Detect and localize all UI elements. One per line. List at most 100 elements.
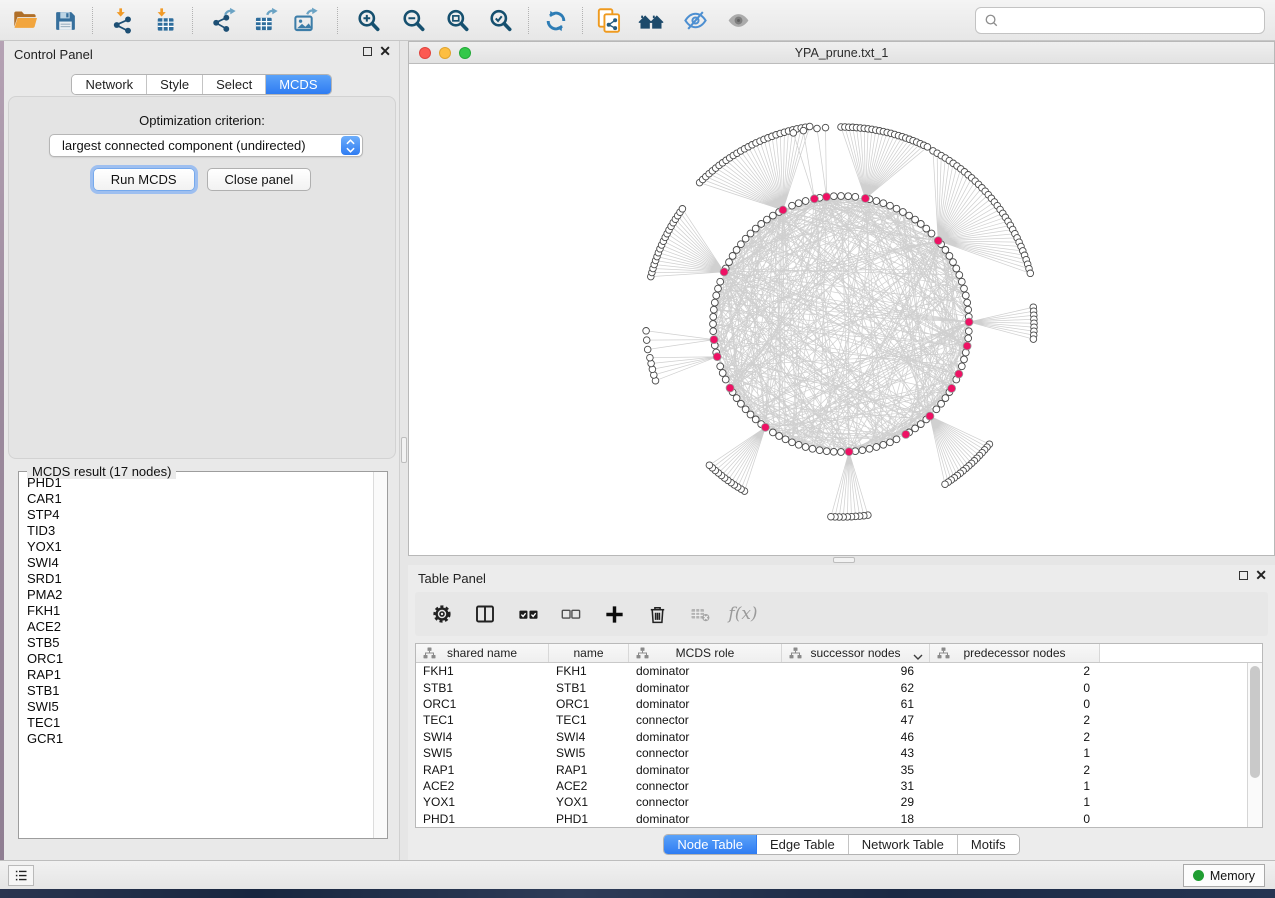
graph-node[interactable] — [1030, 336, 1037, 343]
graph-node[interactable] — [823, 448, 830, 455]
graph-node[interactable] — [770, 212, 777, 219]
graph-node[interactable] — [900, 209, 907, 216]
graph-node[interactable] — [806, 123, 813, 130]
graph-node[interactable] — [733, 395, 740, 402]
memory-button[interactable]: Memory — [1183, 864, 1265, 887]
graph-node[interactable] — [770, 429, 777, 436]
graph-hub-node[interactable] — [948, 384, 956, 392]
tab-style[interactable]: Style — [147, 75, 203, 94]
graph-node[interactable] — [719, 370, 726, 377]
add-column-icon[interactable] — [601, 601, 627, 627]
mcds-result-item[interactable]: RAP1 — [27, 667, 372, 683]
table-row[interactable]: ORC1ORC1dominator610 — [416, 696, 1262, 712]
graph-node[interactable] — [828, 513, 835, 520]
graph-node[interactable] — [802, 198, 809, 205]
mcds-result-item[interactable]: YOX1 — [27, 539, 372, 555]
graph-node[interactable] — [893, 205, 900, 212]
horizontal-splitter[interactable] — [408, 556, 1275, 565]
import-network-icon[interactable] — [106, 5, 140, 36]
close-table-panel-icon[interactable]: ✕ — [1255, 571, 1267, 580]
horizontal-splitter-handle[interactable] — [833, 557, 855, 563]
graph-node[interactable] — [917, 221, 924, 228]
graph-node[interactable] — [958, 278, 965, 285]
close-panel-button[interactable]: Close panel — [207, 168, 312, 191]
graph-node[interactable] — [809, 445, 816, 452]
column-header-MCDS-role[interactable]: MCDS role — [629, 644, 782, 662]
graph-node[interactable] — [880, 200, 887, 207]
graph-node[interactable] — [717, 278, 724, 285]
graph-node[interactable] — [764, 216, 771, 223]
column-header-name[interactable]: name — [549, 644, 629, 662]
graph-node[interactable] — [873, 198, 880, 205]
graph-node[interactable] — [965, 306, 972, 313]
graph-node[interactable] — [795, 441, 802, 448]
mcds-result-item[interactable]: PMA2 — [27, 587, 372, 603]
export-network-icon[interactable] — [206, 5, 240, 36]
graph-node[interactable] — [933, 406, 940, 413]
open-file-icon[interactable] — [8, 5, 42, 36]
graph-node[interactable] — [715, 285, 722, 292]
graph-node[interactable] — [956, 272, 963, 279]
graph-hub-node[interactable] — [710, 336, 718, 344]
graph-node[interactable] — [711, 299, 718, 306]
float-panel-icon[interactable] — [363, 47, 372, 56]
graph-node[interactable] — [782, 436, 789, 443]
home-icon[interactable] — [634, 5, 668, 36]
tab-network-table[interactable]: Network Table — [849, 835, 958, 854]
graph-node[interactable] — [643, 328, 650, 335]
graph-node[interactable] — [887, 439, 894, 446]
graph-node[interactable] — [830, 448, 837, 455]
zoom-out-icon[interactable] — [396, 5, 430, 36]
search-field[interactable] — [975, 7, 1265, 34]
export-table-icon[interactable] — [248, 5, 282, 36]
graph-hub-node[interactable] — [934, 237, 942, 245]
graph-node[interactable] — [880, 441, 887, 448]
graph-node[interactable] — [873, 444, 880, 451]
select-all-columns-icon[interactable] — [515, 601, 541, 627]
graph-hub-node[interactable] — [955, 370, 963, 378]
export-image-icon[interactable] — [288, 5, 322, 36]
graph-node[interactable] — [906, 212, 913, 219]
tab-network[interactable]: Network — [72, 75, 147, 94]
save-session-icon[interactable] — [48, 5, 82, 36]
mcds-result-item[interactable]: STP4 — [27, 507, 372, 523]
graph-hub-node[interactable] — [926, 412, 934, 420]
window-maximize-icon[interactable] — [459, 47, 471, 59]
mcds-result-item[interactable]: FKH1 — [27, 603, 372, 619]
table-scrollbar-thumb[interactable] — [1250, 666, 1260, 778]
graph-node[interactable] — [816, 447, 823, 454]
graph-node[interactable] — [752, 225, 759, 232]
mcds-result-item[interactable]: SWI5 — [27, 699, 372, 715]
close-panel-icon[interactable]: ✕ — [379, 47, 391, 56]
graph-node[interactable] — [852, 193, 859, 200]
window-close-icon[interactable] — [419, 47, 431, 59]
mcds-result-item[interactable]: GCR1 — [27, 731, 372, 747]
mcds-result-list[interactable]: PHD1CAR1STP4TID3YOX1SWI4SRD1PMA2FKH1ACE2… — [20, 475, 372, 837]
graph-node[interactable] — [710, 306, 717, 313]
search-input[interactable] — [999, 12, 1264, 29]
table-row[interactable]: SWI4SWI4dominator462 — [416, 729, 1262, 745]
graph-node[interactable] — [946, 253, 953, 260]
status-menu-button[interactable] — [8, 865, 34, 886]
graph-node[interactable] — [710, 328, 717, 335]
table-row[interactable]: STB1STB1dominator620 — [416, 679, 1262, 695]
float-table-panel-icon[interactable] — [1239, 571, 1248, 580]
table-row[interactable]: SWI5SWI5connector431 — [416, 745, 1262, 761]
network-graph[interactable] — [409, 64, 1274, 555]
deselect-all-columns-icon[interactable] — [558, 601, 584, 627]
graph-node[interactable] — [964, 299, 971, 306]
graph-node[interactable] — [776, 433, 783, 440]
graph-node[interactable] — [722, 376, 729, 383]
tab-edge-table[interactable]: Edge Table — [757, 835, 849, 854]
graph-node[interactable] — [726, 259, 733, 266]
graph-node[interactable] — [795, 200, 802, 207]
graph-node[interactable] — [679, 206, 686, 213]
table-settings-icon[interactable] — [429, 601, 455, 627]
zoom-selected-icon[interactable] — [483, 5, 517, 36]
graph-node[interactable] — [713, 292, 720, 299]
column-header-successor-nodes[interactable]: successor nodes — [782, 644, 930, 662]
vertical-splitter[interactable] — [400, 41, 408, 860]
graph-node[interactable] — [802, 444, 809, 451]
graph-node[interactable] — [958, 363, 965, 370]
graph-node[interactable] — [710, 313, 717, 320]
